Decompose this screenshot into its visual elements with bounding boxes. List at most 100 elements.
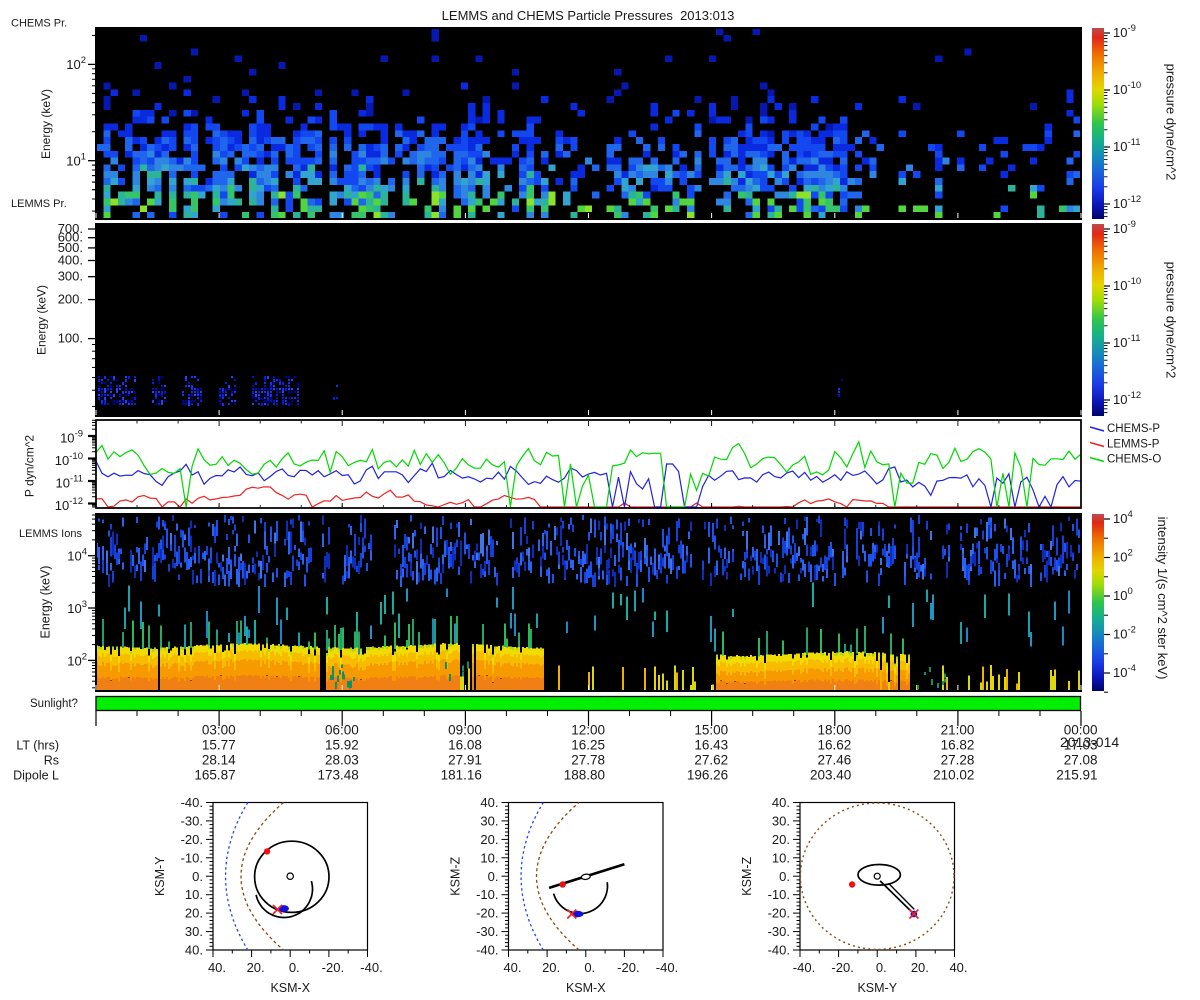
- svg-text:165.87: 165.87: [194, 768, 235, 783]
- svg-text:Energy (keV): Energy (keV): [35, 285, 49, 355]
- svg-text:20.: 20.: [247, 960, 265, 975]
- svg-text:0.: 0.: [584, 960, 595, 975]
- svg-text:-40.: -40.: [793, 960, 815, 975]
- svg-text:196.26: 196.26: [687, 768, 728, 783]
- svg-text:16.43: 16.43: [694, 738, 728, 753]
- svg-text:-30.: -30.: [768, 924, 790, 939]
- svg-text:-20.: -20.: [181, 832, 203, 847]
- svg-text:0.: 0.: [488, 869, 499, 884]
- svg-text:pressure dyne/cm^2: pressure dyne/cm^2: [1164, 64, 1179, 181]
- svg-text:-20.: -20.: [617, 960, 639, 975]
- svg-text:21:00: 21:00: [941, 723, 975, 738]
- svg-text:40.: 40.: [949, 960, 967, 975]
- svg-text:27.46: 27.46: [817, 753, 851, 768]
- svg-text:-40.: -40.: [768, 943, 790, 958]
- svg-text:16.82: 16.82: [941, 738, 975, 753]
- svg-text:203.40: 203.40: [810, 768, 851, 783]
- svg-text:700.: 700.: [58, 221, 83, 236]
- svg-text:03:00: 03:00: [202, 723, 236, 738]
- svg-text:-30.: -30.: [476, 924, 498, 939]
- svg-text:2013-014: 2013-014: [1060, 734, 1119, 750]
- svg-text:CHEMS-O: CHEMS-O: [1107, 454, 1161, 466]
- svg-text:LT (hrs): LT (hrs): [16, 739, 59, 753]
- svg-text:-20.: -20.: [322, 960, 344, 975]
- svg-text:CHEMS Pr.: CHEMS Pr.: [11, 18, 67, 30]
- svg-text:06:00: 06:00: [325, 723, 359, 738]
- svg-text:KSM-X: KSM-X: [270, 981, 310, 995]
- svg-text:27.78: 27.78: [571, 753, 605, 768]
- svg-text:30.: 30.: [480, 813, 498, 828]
- svg-text:173.48: 173.48: [317, 768, 358, 783]
- svg-text:15.77: 15.77: [202, 738, 236, 753]
- svg-text:27.28: 27.28: [941, 753, 975, 768]
- svg-text:KSM-Y: KSM-Y: [153, 856, 167, 896]
- svg-text:-40.: -40.: [656, 960, 678, 975]
- svg-text:P dyn/cm^2: P dyn/cm^2: [23, 435, 37, 497]
- svg-text:16.62: 16.62: [817, 738, 851, 753]
- svg-text:20.: 20.: [185, 906, 203, 921]
- svg-text:LEMMS and CHEMS Particle Press: LEMMS and CHEMS Particle Pressures 2013:…: [442, 8, 735, 23]
- svg-text:Energy (keV): Energy (keV): [39, 566, 53, 639]
- svg-text:KSM-X: KSM-X: [566, 981, 606, 995]
- svg-text:20.: 20.: [542, 960, 560, 975]
- svg-text:10.: 10.: [480, 850, 498, 865]
- svg-text:09:00: 09:00: [448, 723, 482, 738]
- svg-text:Rs: Rs: [44, 754, 59, 768]
- svg-text:28.14: 28.14: [202, 753, 236, 768]
- svg-text:-10.: -10.: [181, 850, 203, 865]
- svg-text:-40.: -40.: [181, 795, 203, 810]
- svg-text:CHEMS-P: CHEMS-P: [1107, 423, 1160, 435]
- svg-text:16.08: 16.08: [448, 738, 482, 753]
- svg-text:28.03: 28.03: [325, 753, 359, 768]
- svg-text:100.: 100.: [58, 331, 83, 346]
- svg-text:20.: 20.: [772, 832, 790, 847]
- svg-text:30.: 30.: [772, 813, 790, 828]
- svg-text:10.: 10.: [772, 850, 790, 865]
- svg-text:pressure dyne/cm^2: pressure dyne/cm^2: [1164, 262, 1179, 379]
- svg-text:10.: 10.: [185, 887, 203, 902]
- svg-text:12:00: 12:00: [571, 723, 605, 738]
- svg-text:18:00: 18:00: [817, 723, 851, 738]
- svg-text:210.02: 210.02: [933, 768, 974, 783]
- svg-text:-40.: -40.: [360, 960, 382, 975]
- svg-text:0.: 0.: [779, 869, 790, 884]
- svg-text:intensity 1/(s cm^2 ster keV): intensity 1/(s cm^2 ster keV): [1155, 517, 1170, 680]
- svg-text:40.: 40.: [480, 795, 498, 810]
- svg-text:0.: 0.: [876, 960, 887, 975]
- svg-text:KSM-Z: KSM-Z: [449, 856, 463, 895]
- svg-text:27.62: 27.62: [694, 753, 728, 768]
- svg-text:-10.: -10.: [768, 887, 790, 902]
- svg-text:Dipole L: Dipole L: [13, 769, 59, 783]
- svg-text:15.92: 15.92: [325, 738, 359, 753]
- svg-text:40.: 40.: [503, 960, 521, 975]
- svg-text:188.80: 188.80: [564, 768, 605, 783]
- svg-text:-20.: -20.: [476, 906, 498, 921]
- svg-text:27.08: 27.08: [1064, 753, 1098, 768]
- svg-text:20.: 20.: [480, 832, 498, 847]
- svg-text:15:00: 15:00: [694, 723, 728, 738]
- svg-text:40.: 40.: [185, 943, 203, 958]
- svg-text:KSM-Y: KSM-Y: [857, 981, 897, 995]
- svg-text:Energy (keV): Energy (keV): [39, 89, 53, 159]
- svg-text:KSM-Z: KSM-Z: [740, 856, 754, 895]
- svg-text:16.25: 16.25: [571, 738, 605, 753]
- svg-text:40.: 40.: [208, 960, 226, 975]
- svg-text:-40.: -40.: [476, 943, 498, 958]
- svg-text:215.91: 215.91: [1056, 768, 1097, 783]
- svg-text:-10.: -10.: [476, 887, 498, 902]
- svg-text:300.: 300.: [58, 269, 83, 284]
- svg-text:0.: 0.: [192, 869, 203, 884]
- svg-text:LEMMS-P: LEMMS-P: [1107, 439, 1160, 451]
- svg-text:Sunlight?: Sunlight?: [30, 698, 78, 710]
- svg-text:40.: 40.: [772, 795, 790, 810]
- svg-text:-30.: -30.: [181, 813, 203, 828]
- svg-text:20.: 20.: [911, 960, 929, 975]
- svg-text:181.16: 181.16: [441, 768, 482, 783]
- svg-text:LEMMS Ions: LEMMS Ions: [19, 528, 82, 540]
- svg-text:27.91: 27.91: [448, 753, 482, 768]
- svg-text:30.: 30.: [185, 924, 203, 939]
- svg-text:-20.: -20.: [831, 960, 853, 975]
- svg-text:LEMMS Pr.: LEMMS Pr.: [11, 198, 67, 210]
- svg-text:-20.: -20.: [768, 906, 790, 921]
- svg-text:200.: 200.: [58, 292, 83, 307]
